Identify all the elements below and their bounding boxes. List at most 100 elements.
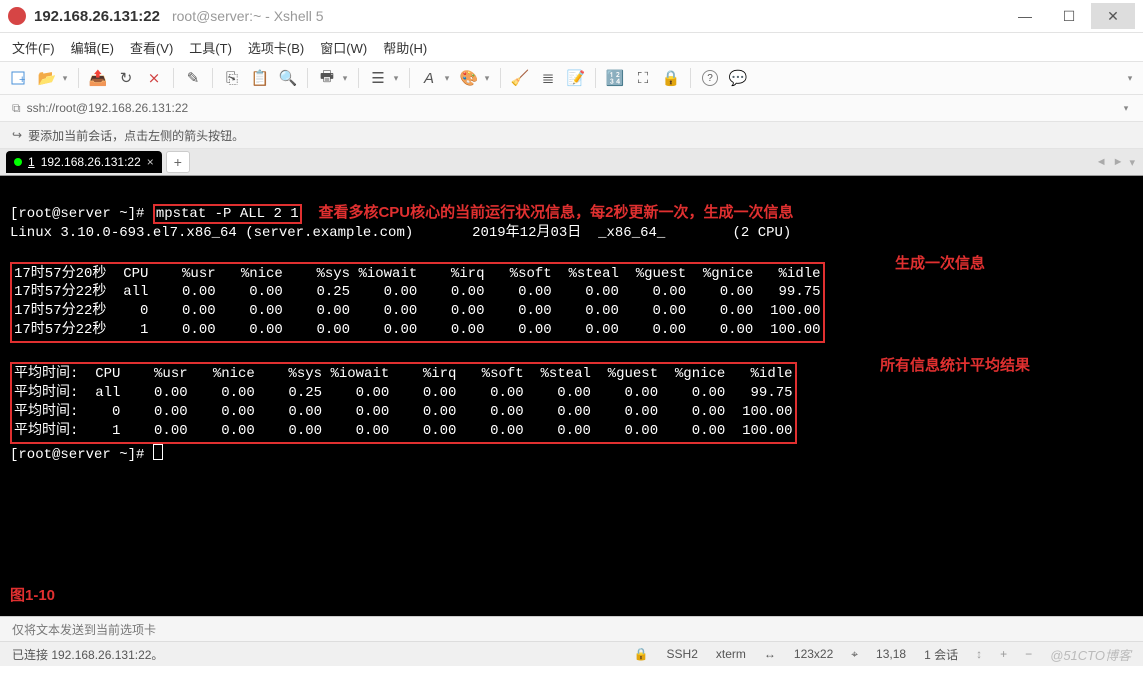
font-dropdown-icon[interactable]: ▾ xyxy=(442,67,452,89)
annotation-block2: 所有信息统计平均结果 xyxy=(880,356,1030,376)
status-protocol: SSH2 xyxy=(667,647,698,661)
tabstrip: 1 192.168.26.131:22 × + ◄ ► ▾ xyxy=(0,149,1143,176)
tab-next-icon[interactable]: ► xyxy=(1113,156,1124,169)
watermark: @51CTO博客 xyxy=(1050,645,1131,664)
print-dropdown-icon[interactable]: ▾ xyxy=(340,67,350,89)
session-tab[interactable]: 1 192.168.26.131:22 × xyxy=(6,151,162,173)
svg-text:+: + xyxy=(19,74,25,86)
titlebar: 192.168.26.131:22 root@server:~ - Xshell… xyxy=(0,0,1143,33)
prompt-2: [root@server ~]# xyxy=(10,447,153,463)
block2-row-all: 平均时间: all 0.00 0.00 0.25 0.00 0.00 0.00 … xyxy=(14,385,793,401)
new-tab-button[interactable]: + xyxy=(166,151,190,173)
toolbar-sep xyxy=(690,68,691,88)
log-icon[interactable]: 📝 xyxy=(565,67,587,89)
tab-status-dot-icon xyxy=(14,158,22,166)
toolbar-overflow-icon[interactable]: ▾ xyxy=(1125,67,1135,89)
address-overflow-icon[interactable]: ▾ xyxy=(1121,97,1131,119)
menu-file[interactable]: 文件(F) xyxy=(12,38,55,57)
maximize-button[interactable]: ☐ xyxy=(1047,3,1091,29)
help-icon[interactable]: ? xyxy=(699,67,721,89)
block1-row-cpu0: 17时57分22秒 0 0.00 0.00 0.00 0.00 0.00 0.0… xyxy=(14,303,821,319)
figure-label: 图1-10 xyxy=(10,586,55,606)
properties-dropdown-icon[interactable]: ▾ xyxy=(391,67,401,89)
input-mode-text: 仅将文本发送到当前选项卡 xyxy=(12,621,156,638)
toolbar-sep xyxy=(409,68,410,88)
new-session-icon[interactable]: + xyxy=(8,67,30,89)
palette-icon[interactable]: 🎨 xyxy=(458,67,480,89)
menu-window[interactable]: 窗口(W) xyxy=(320,38,367,57)
address-bar: ⧉ ssh://root@192.168.26.131:22 ▾ xyxy=(0,95,1143,122)
compose-icon[interactable]: ✎ xyxy=(182,67,204,89)
toolbar-sep xyxy=(595,68,596,88)
infobar: ↪ 要添加当前会话，点击左侧的箭头按钮。 xyxy=(0,122,1143,149)
infobar-text: 要添加当前会话，点击左侧的箭头按钮。 xyxy=(28,127,244,144)
properties-icon[interactable]: ☰ xyxy=(367,67,389,89)
system-line: Linux 3.10.0-693.el7.x86_64 (server.exam… xyxy=(10,225,791,241)
tab-prev-icon[interactable]: ◄ xyxy=(1096,156,1107,169)
status-sessions: 1 会话 xyxy=(924,646,958,663)
toolbar: + 📂 ▾ 📤 ↻ ⨯ ✎ ⎘ 📋 🔍 🖶 ▾ ☰ ▾ A ▾ 🎨 ▾ 🧹 ≣ … xyxy=(0,61,1143,95)
font-icon[interactable]: A xyxy=(418,67,440,89)
copy-icon[interactable]: ⎘ xyxy=(221,67,243,89)
menu-view[interactable]: 查看(V) xyxy=(130,38,173,57)
feedback-icon[interactable]: 💬 xyxy=(727,67,749,89)
annotation-command: 查看多核CPU核心的当前运行状况信息，每2秒更新一次，生成一次信息 xyxy=(318,204,793,221)
reconnect-icon[interactable]: ↻ xyxy=(115,67,137,89)
print-icon[interactable]: 🖶 xyxy=(316,67,338,89)
status-updown-icon[interactable]: ↕ xyxy=(976,647,982,661)
paste-icon[interactable]: 📋 xyxy=(249,67,271,89)
status-size-icon: ↔ xyxy=(764,647,776,661)
fullscreen-icon[interactable]: ⛶ xyxy=(632,67,654,89)
tab-nav: ◄ ► ▾ xyxy=(1096,156,1143,169)
open-session-icon[interactable]: 📂 xyxy=(36,67,58,89)
lock-icon[interactable]: 🔒 xyxy=(660,67,682,89)
palette-dropdown-icon[interactable]: ▾ xyxy=(482,67,492,89)
block-2-border: 平均时间: CPU %usr %nice %sys %iowait %irq %… xyxy=(10,362,797,444)
status-connection: 已连接 192.168.26.131:22。 xyxy=(12,646,163,663)
address-url[interactable]: ssh://root@192.168.26.131:22 xyxy=(27,101,189,115)
keypad-icon[interactable]: 🔢 xyxy=(604,67,626,89)
block1-row-cpu1: 17时57分22秒 1 0.00 0.00 0.00 0.00 0.00 0.0… xyxy=(14,322,821,338)
scroll-icon[interactable]: ≣ xyxy=(537,67,559,89)
toolbar-sep xyxy=(307,68,308,88)
open-dropdown-icon[interactable]: ▾ xyxy=(60,67,70,89)
disconnect-icon[interactable]: ⨯ xyxy=(143,67,165,89)
block1-row-all: 17时57分22秒 all 0.00 0.00 0.25 0.00 0.00 0… xyxy=(14,284,821,300)
toolbar-sep xyxy=(212,68,213,88)
title-ip: 192.168.26.131:22 xyxy=(34,8,160,25)
block-1-border: 17时57分20秒 CPU %usr %nice %sys %iowait %i… xyxy=(10,262,825,344)
toolbar-sep xyxy=(358,68,359,88)
status-right: 🔒 SSH2 xterm ↔ 123x22 ⌖ 13,18 1 会话 ↕ + −… xyxy=(634,645,1131,664)
toolbar-sep xyxy=(173,68,174,88)
command: mpstat -P ALL 2 1 xyxy=(156,206,299,222)
input-mode-bar: 仅将文本发送到当前选项卡 xyxy=(0,616,1143,641)
terminal[interactable]: [root@server ~]# mpstat -P ALL 2 1 查看多核C… xyxy=(0,176,1143,616)
close-button[interactable]: ✕ xyxy=(1091,3,1135,29)
menu-tabs[interactable]: 选项卡(B) xyxy=(248,38,304,57)
minimize-button[interactable]: — xyxy=(1003,3,1047,29)
toolbar-sep xyxy=(500,68,501,88)
block2-row-cpu1: 平均时间: 1 0.00 0.00 0.00 0.00 0.00 0.00 0.… xyxy=(14,423,793,439)
title-sub: root@server:~ - Xshell 5 xyxy=(172,8,324,24)
menu-edit[interactable]: 编辑(E) xyxy=(71,38,114,57)
tab-close-icon[interactable]: × xyxy=(147,155,154,169)
annotation-block1: 生成一次信息 xyxy=(895,254,985,274)
infobar-arrow-icon[interactable]: ↪ xyxy=(12,128,22,142)
status-plus-icon[interactable]: + xyxy=(1000,647,1007,661)
tab-list-icon[interactable]: ▾ xyxy=(1129,156,1135,169)
status-lock-icon: 🔒 xyxy=(634,647,649,661)
send-icon[interactable]: 📤 xyxy=(87,67,109,89)
tab-label: 192.168.26.131:22 xyxy=(41,155,141,169)
address-ssh-icon: ⧉ xyxy=(12,101,21,116)
menu-help[interactable]: 帮助(H) xyxy=(383,38,427,57)
tab-index: 1 xyxy=(28,155,35,169)
status-minus-icon[interactable]: − xyxy=(1025,647,1032,661)
status-cursor-pos: 13,18 xyxy=(876,647,906,661)
status-size: 123x22 xyxy=(794,647,833,661)
status-cursor-icon: ⌖ xyxy=(851,647,858,662)
block2-row-cpu0: 平均时间: 0 0.00 0.00 0.00 0.00 0.00 0.00 0.… xyxy=(14,404,793,420)
find-icon[interactable]: 🔍 xyxy=(277,67,299,89)
window-buttons: — ☐ ✕ xyxy=(1003,3,1135,29)
menu-tools[interactable]: 工具(T) xyxy=(189,38,232,57)
clear-screen-icon[interactable]: 🧹 xyxy=(509,67,531,89)
